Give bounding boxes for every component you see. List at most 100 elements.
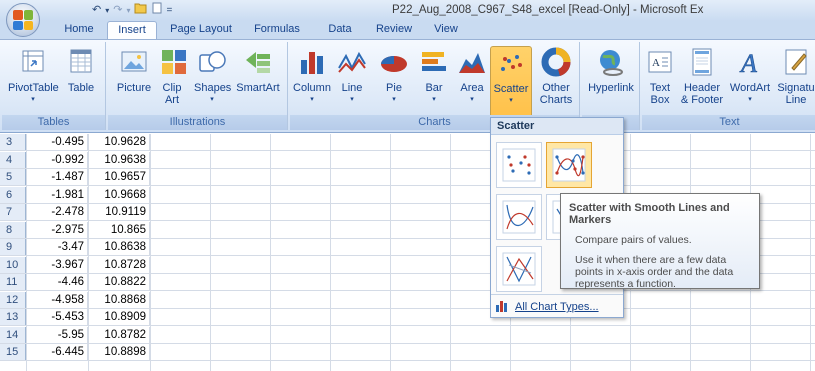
group-text: A Text Box Header & Footer A WordArt ▾ S… (642, 42, 815, 130)
pie-chart-button[interactable]: Pie ▾ (376, 46, 412, 106)
scatter-chart-icon (495, 47, 527, 79)
row-header[interactable]: 11 (0, 274, 26, 290)
cell-column-a[interactable]: -6.445 (27, 344, 88, 360)
scatter-smooth-lines-markers-icon (552, 148, 586, 182)
picture-icon (118, 46, 150, 78)
scatter-straight-lines-option[interactable] (496, 246, 542, 292)
dropdown-icon: ▾ (310, 96, 314, 103)
shapes-button[interactable]: Shapes ▾ (194, 46, 231, 106)
table-button[interactable]: Table (62, 46, 100, 94)
tab-home[interactable]: Home (55, 21, 103, 39)
cell-column-a[interactable]: -5.453 (27, 309, 88, 325)
cell-column-a[interactable]: -4.958 (27, 291, 88, 308)
cell-column-b[interactable]: 10.9657 (89, 169, 150, 185)
undo-icon[interactable]: ↶ (92, 3, 101, 18)
redo-icon[interactable]: ↷ (113, 3, 122, 18)
dropdown-icon: ▾ (31, 96, 35, 103)
cell-column-a[interactable]: -4.46 (27, 274, 88, 290)
row-header[interactable]: 9 (0, 239, 26, 255)
bar-chart-button[interactable]: Bar ▾ (416, 46, 452, 106)
cell-column-a[interactable]: -5.95 (27, 326, 88, 343)
cell-column-b[interactable]: 10.9628 (89, 134, 150, 150)
cell-column-a[interactable]: -2.478 (27, 204, 88, 220)
row-header[interactable]: 10 (0, 256, 26, 273)
cell-column-a[interactable]: -3.967 (27, 256, 88, 273)
cell-column-b[interactable]: 10.865 (89, 221, 150, 238)
cell-column-a[interactable]: -1.981 (27, 186, 88, 203)
cell-column-b[interactable]: 10.8638 (89, 239, 150, 255)
cell-column-a[interactable]: -2.975 (27, 221, 88, 238)
dropdown-icon[interactable]: ▾ (126, 3, 130, 18)
tab-data[interactable]: Data (320, 21, 360, 39)
row-header[interactable]: 3 (0, 134, 26, 150)
area-chart-button[interactable]: Area ▾ (454, 46, 490, 106)
clipart-icon (158, 46, 190, 78)
svg-text:A: A (652, 57, 660, 69)
group-label-tables: Tables (2, 115, 105, 130)
tab-page-layout[interactable]: Page Layout (162, 21, 240, 39)
picture-button[interactable]: Picture (116, 46, 152, 94)
open-folder-icon[interactable] (134, 2, 148, 19)
table-row: 12 -4.958 10.8868 (0, 291, 815, 309)
cell-column-b[interactable]: 10.8782 (89, 326, 150, 343)
cell-column-b[interactable]: 10.9638 (89, 151, 150, 168)
cell-column-b[interactable]: 10.9668 (89, 186, 150, 203)
cell-column-b[interactable]: 10.8909 (89, 309, 150, 325)
dropdown-icon: ▾ (392, 96, 396, 103)
tooltip-line-2: Use it when there are a few data points … (575, 254, 734, 290)
header-footer-button[interactable]: Header & Footer (680, 46, 724, 106)
area-chart-icon (456, 46, 488, 78)
row-header[interactable]: 12 (0, 291, 26, 308)
other-charts-button[interactable]: Other Charts (536, 46, 576, 106)
row-header[interactable]: 15 (0, 344, 26, 360)
tab-view[interactable]: View (426, 21, 466, 39)
row-header[interactable]: 8 (0, 221, 26, 238)
row-header[interactable]: 5 (0, 169, 26, 185)
textbox-button[interactable]: A Text Box (644, 46, 676, 106)
row-header[interactable]: 6 (0, 186, 26, 203)
signature-line-icon (780, 46, 812, 78)
office-button[interactable] (6, 3, 40, 37)
tab-insert[interactable]: Insert (107, 21, 157, 39)
row-header[interactable]: 13 (0, 309, 26, 325)
cell-column-a[interactable]: -0.992 (27, 151, 88, 168)
cell-column-b[interactable]: 10.8868 (89, 291, 150, 308)
cell-column-a[interactable]: -0.495 (27, 134, 88, 150)
dropdown-icon[interactable]: ▾ (105, 3, 109, 18)
row-header[interactable]: 4 (0, 151, 26, 168)
scatter-markers-only-option[interactable] (496, 142, 542, 188)
pivottable-button[interactable]: PivotTable ▾ (8, 46, 59, 106)
hyperlink-button[interactable]: Hyperlink (584, 46, 638, 94)
smartart-button[interactable]: SmartArt (234, 46, 282, 94)
all-chart-types-link[interactable]: All Chart Types... (515, 301, 599, 313)
dropdown-icon: ▾ (470, 96, 474, 103)
tab-formulas[interactable]: Formulas (248, 21, 306, 39)
row-header[interactable]: 14 (0, 326, 26, 343)
table-row: 15 -6.445 10.8898 (0, 344, 815, 361)
cell-column-b[interactable]: 10.9119 (89, 204, 150, 220)
scatter-straight-lines-icon (502, 252, 536, 286)
column-chart-button[interactable]: Column ▾ (292, 46, 332, 106)
shapes-icon (196, 46, 228, 78)
cell-column-b[interactable]: 10.8822 (89, 274, 150, 290)
clipart-button[interactable]: Clip Art (158, 46, 186, 106)
scatter-chart-button[interactable]: Scatter ▾ (490, 46, 532, 118)
all-chart-types-item[interactable]: All Chart Types... (495, 299, 599, 315)
bar-chart-icon (418, 46, 450, 78)
wordart-button[interactable]: A WordArt ▾ (728, 46, 772, 106)
line-chart-button[interactable]: Line ▾ (334, 46, 370, 106)
row-header[interactable]: 7 (0, 204, 26, 220)
scatter-smooth-lines-markers-option[interactable] (546, 142, 592, 188)
customize-qat-icon[interactable]: = (166, 3, 172, 18)
signature-line-button[interactable]: Signatu Line (774, 46, 815, 106)
wordart-icon: A (734, 46, 766, 79)
scatter-smooth-lines-option[interactable] (496, 194, 542, 240)
dropdown-icon: ▾ (432, 96, 436, 103)
column-chart-icon (296, 46, 328, 78)
cell-column-a[interactable]: -1.487 (27, 169, 88, 185)
cell-column-b[interactable]: 10.8728 (89, 256, 150, 273)
new-document-icon[interactable] (152, 2, 162, 19)
cell-column-b[interactable]: 10.8898 (89, 344, 150, 360)
tab-review[interactable]: Review (370, 21, 418, 39)
cell-column-a[interactable]: -3.47 (27, 239, 88, 255)
